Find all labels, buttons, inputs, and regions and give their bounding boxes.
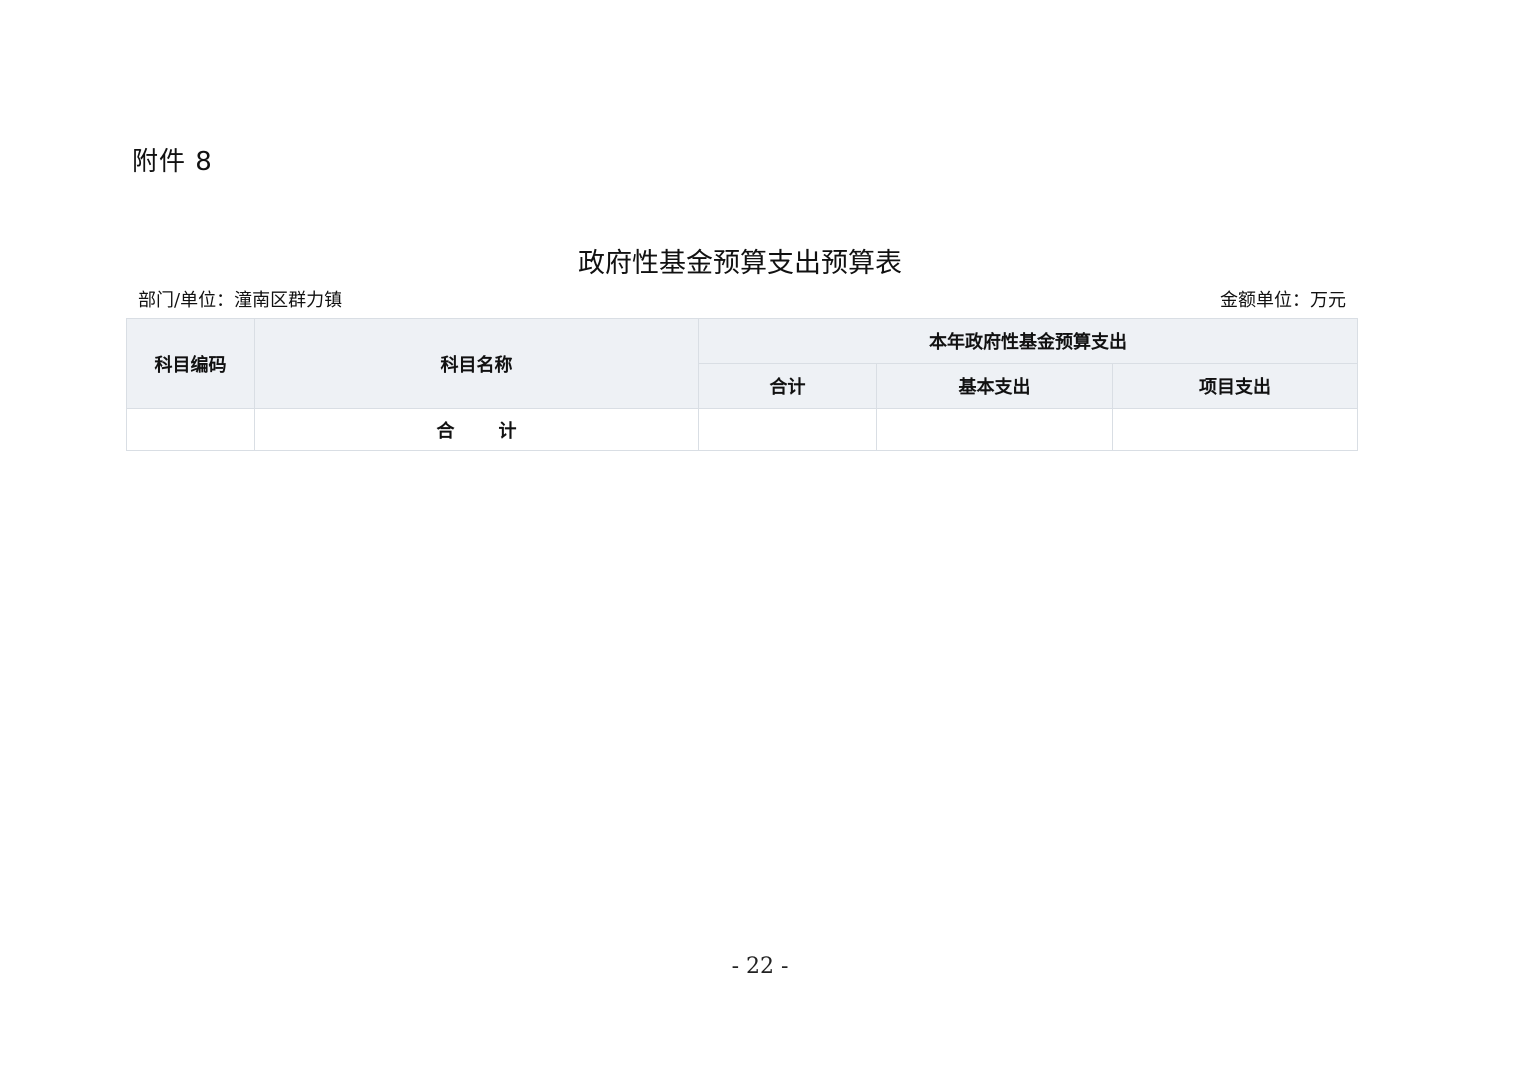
budget-table: 科目编码 科目名称 本年政府性基金预算支出 合计 基本支出 项目支出 合计 bbox=[126, 318, 1359, 451]
header-project-expenditure: 项目支出 bbox=[1111, 363, 1359, 409]
attachment-label: 附件 8 bbox=[132, 147, 213, 177]
table-row-total: 合计 bbox=[126, 408, 1359, 451]
header-row-1: 科目编码 科目名称 本年政府性基金预算支出 bbox=[126, 318, 1359, 409]
cell-total-label: 合计 bbox=[254, 408, 699, 451]
header-current-year-fund-expenditure: 本年政府性基金预算支出 bbox=[697, 318, 1359, 364]
meta-row: 部门/单位：潼南区群力镇 金额单位：万元 bbox=[138, 288, 1346, 314]
amount-unit-label: 金额单位：万元 bbox=[1220, 290, 1346, 311]
header-subject-name: 科目名称 bbox=[254, 318, 699, 409]
cell-code bbox=[126, 408, 255, 451]
header-total: 合计 bbox=[698, 363, 877, 409]
header-subject-code: 科目编码 bbox=[126, 318, 255, 409]
page-number: - 22 - bbox=[731, 954, 789, 979]
cell-basic bbox=[876, 408, 1113, 451]
cell-total bbox=[698, 408, 877, 451]
department-label: 部门/单位：潼南区群力镇 bbox=[138, 290, 343, 311]
document-title: 政府性基金预算支出预算表 bbox=[578, 248, 902, 279]
cell-project bbox=[1111, 408, 1359, 451]
total-label-part-1: 合 bbox=[436, 420, 455, 442]
header-basic-expenditure: 基本支出 bbox=[876, 363, 1113, 409]
total-label-part-2: 计 bbox=[498, 420, 517, 442]
